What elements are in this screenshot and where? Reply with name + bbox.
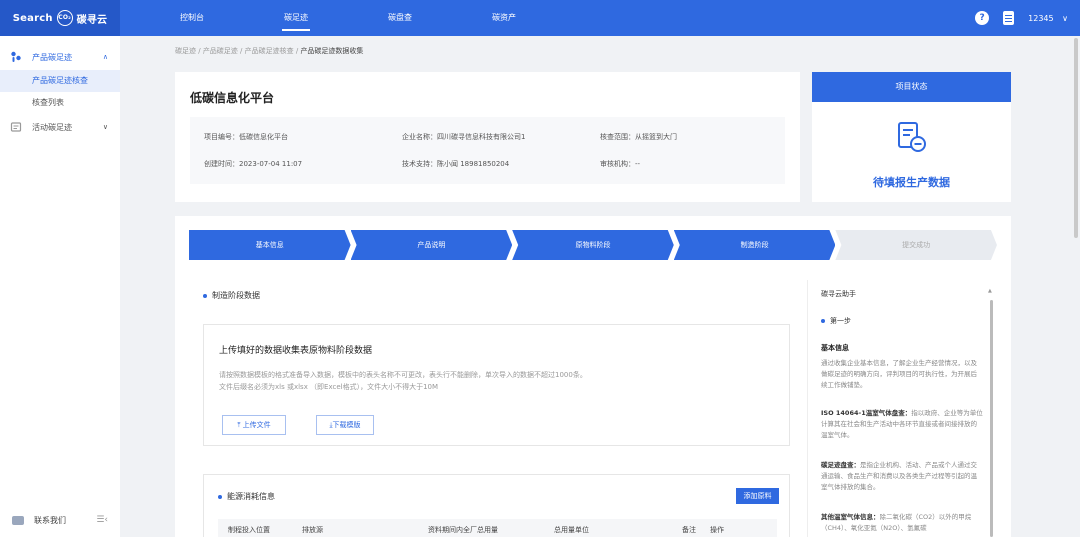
- chevron-down-icon: ∨: [102, 123, 108, 131]
- nav-item-carbon-footprint[interactable]: 碳足迹: [244, 0, 348, 36]
- step-basic-info[interactable]: 基本信息: [189, 230, 351, 260]
- chevron-down-icon: ∨: [1062, 13, 1068, 23]
- assistant-item: 碳足迹盘查：是指企业机构、活动、产品或个人通过交通运输、食品生产和消费以及各类生…: [821, 461, 977, 491]
- logo-name: 碳寻云: [76, 14, 108, 26]
- collapse-sidebar-icon[interactable]: ☰‹: [96, 515, 108, 525]
- upload-file-button[interactable]: ⤒ 上传文件: [222, 415, 286, 435]
- nav-item-carbon-assets[interactable]: 碳资产: [452, 0, 556, 36]
- sidebar-group-product-footprint[interactable]: 产品碳足迹 ∧: [0, 44, 120, 70]
- column-header: 操作: [710, 526, 724, 534]
- verification-scope: 核查范围：从摇篮到大门: [600, 133, 677, 141]
- page-scrollbar[interactable]: [1074, 38, 1078, 238]
- project-info: 项目编号：低碳信息化平台 企业名称：四川碳寻信息科技有限公司1 核查范围：从摇篮…: [190, 117, 785, 184]
- main-content-card: 基本信息 产品说明 原物料阶段 制造阶段 提交成功 制造阶段数据 上传填好的数据…: [175, 216, 1011, 537]
- breadcrumb: 碳足迹 / 产品碳足迹 / 产品碳足迹核查 / 产品碳足迹数据收集: [175, 47, 364, 55]
- sidebar-item-footprint-verification[interactable]: 产品碳足迹核查: [0, 70, 120, 92]
- energy-table-header: 制程投入位置 排放源 资料期间内全厂总用量 总用量单位 备注 操作: [218, 519, 777, 537]
- breadcrumb-item[interactable]: 产品碳足迹核查: [245, 47, 294, 55]
- assistant-title: 碳寻云助手: [821, 290, 856, 298]
- sidebar-group-activity-footprint[interactable]: 活动碳足迹 ∨: [0, 114, 120, 140]
- sidebar-footer: 联系我们 ☰‹: [0, 509, 120, 531]
- user-name: 12345: [1028, 13, 1054, 23]
- upload-title: 上传填好的数据收集表原物料阶段数据: [219, 346, 373, 356]
- energy-panel: 能源消耗信息 添加原料 制程投入位置 排放源 资料期间内全厂总用量 总用量单位 …: [203, 474, 790, 537]
- main-nav: 控制台 碳足迹 碳盘查 碳资产: [140, 0, 556, 36]
- document-icon[interactable]: [1003, 11, 1015, 25]
- contact-us-link[interactable]: 联系我们: [34, 515, 66, 526]
- help-icon[interactable]: ?: [975, 11, 990, 25]
- step-raw-material[interactable]: 原物料阶段: [512, 230, 674, 260]
- upload-panel: 上传填好的数据收集表原物料阶段数据 请按照数据模板的格式准备导入数据，模板中的表…: [203, 324, 790, 446]
- top-right-tools: ? 12345 ∨: [975, 0, 1068, 36]
- logo-prefix: Search: [12, 12, 53, 24]
- activity-icon: [10, 122, 22, 132]
- project-status-card: 项目状态 待填报生产数据: [812, 72, 1011, 202]
- company-name: 企业名称：四川碳寻信息科技有限公司1: [402, 133, 526, 141]
- footprint-icon: [11, 51, 21, 62]
- column-header: 制程投入位置: [228, 526, 270, 534]
- scroll-up-icon[interactable]: ▲: [988, 288, 992, 294]
- project-number: 项目编号：低碳信息化平台: [204, 133, 288, 141]
- chat-icon: [12, 515, 24, 525]
- column-header: 资料期间内全厂总用量: [428, 526, 498, 534]
- form-pending-icon: [898, 122, 926, 152]
- upload-note-2: 文件后缀名必须为xls 或xlsx （即Excel格式），文件大小不得大于10M: [219, 383, 439, 391]
- add-material-button[interactable]: 添加原料: [736, 488, 779, 504]
- breadcrumb-item[interactable]: 碳足迹: [175, 47, 196, 55]
- created-time: 创建时间：2023-07-04 11:07: [204, 160, 303, 168]
- assistant-panel: 碳寻云助手 第一步 基本信息 通过收集企业基本信息，了解企业生产经营情况，以及做…: [807, 280, 997, 537]
- breadcrumb-item[interactable]: 产品碳足迹: [203, 47, 238, 55]
- step-product-description[interactable]: 产品说明: [351, 230, 513, 260]
- download-template-button[interactable]: ⤓下载模版: [316, 415, 374, 435]
- tech-support: 技术支持：陈小闻 18981850204: [402, 160, 510, 168]
- upload-note-1: 请按照数据模板的格式准备导入数据，模板中的表头名称不可更改，表头行不能删除，单次…: [219, 371, 587, 379]
- assistant-item: 其他温室气体信息：除二氧化碳（CO2）以外的甲烷（CH4）、氧化亚氮（N2O）、…: [821, 513, 972, 532]
- logo[interactable]: Search CO₂ 碳寻云: [0, 0, 120, 36]
- column-header: 备注: [682, 526, 696, 534]
- manufacture-section-title: 制造阶段数据: [203, 290, 260, 301]
- step-manufacturing[interactable]: 制造阶段: [674, 230, 836, 260]
- progress-steps: 基本信息 产品说明 原物料阶段 制造阶段 提交成功: [189, 230, 997, 260]
- assistant-heading: 基本信息: [821, 344, 849, 352]
- logo-co2: CO₂: [56, 10, 73, 26]
- assistant-step: 第一步: [821, 316, 851, 326]
- energy-section-title: 能源消耗信息: [218, 491, 275, 502]
- sidebar-group-label: 活动碳足迹: [32, 122, 72, 132]
- sidebar-item-verification-list[interactable]: 核查列表: [0, 92, 120, 114]
- column-header: 总用量单位: [554, 526, 589, 534]
- breadcrumb-current: 产品碳足迹数据收集: [300, 47, 364, 55]
- step-submit-success: 提交成功: [835, 230, 997, 260]
- assistant-intro: 通过收集企业基本信息，了解企业生产经营情况，以及做碳足迹的明确方向，评判项目的可…: [821, 359, 977, 389]
- chevron-up-icon: ∧: [102, 53, 108, 61]
- top-bar: Search CO₂ 碳寻云 控制台 碳足迹 碳盘查 碳资产 ? 12345 ∨: [0, 0, 1080, 36]
- user-menu[interactable]: 12345 ∨: [1028, 14, 1068, 23]
- status-header: 项目状态: [812, 72, 1011, 102]
- project-card: 低碳信息化平台 项目编号：低碳信息化平台 企业名称：四川碳寻信息科技有限公司1 …: [175, 72, 800, 202]
- audit-agency: 审核机构：--: [600, 160, 641, 168]
- nav-item-carbon-inventory[interactable]: 碳盘查: [348, 0, 452, 36]
- column-header: 排放源: [302, 526, 323, 534]
- sidebar-group-label: 产品碳足迹: [32, 52, 72, 62]
- project-title: 低碳信息化平台: [190, 91, 275, 105]
- assistant-scrollbar[interactable]: [990, 300, 993, 537]
- sidebar: 产品碳足迹 ∧ 产品碳足迹核查 核查列表 活动碳足迹 ∨ 联系我们 ☰‹: [0, 36, 120, 537]
- assistant-item: ISO 14064-1温室气体盘查：指以政府、企业等为单位计算其在社会和生产活动…: [821, 409, 983, 439]
- status-text: 待填报生产数据: [873, 176, 950, 189]
- nav-item-console[interactable]: 控制台: [140, 0, 244, 36]
